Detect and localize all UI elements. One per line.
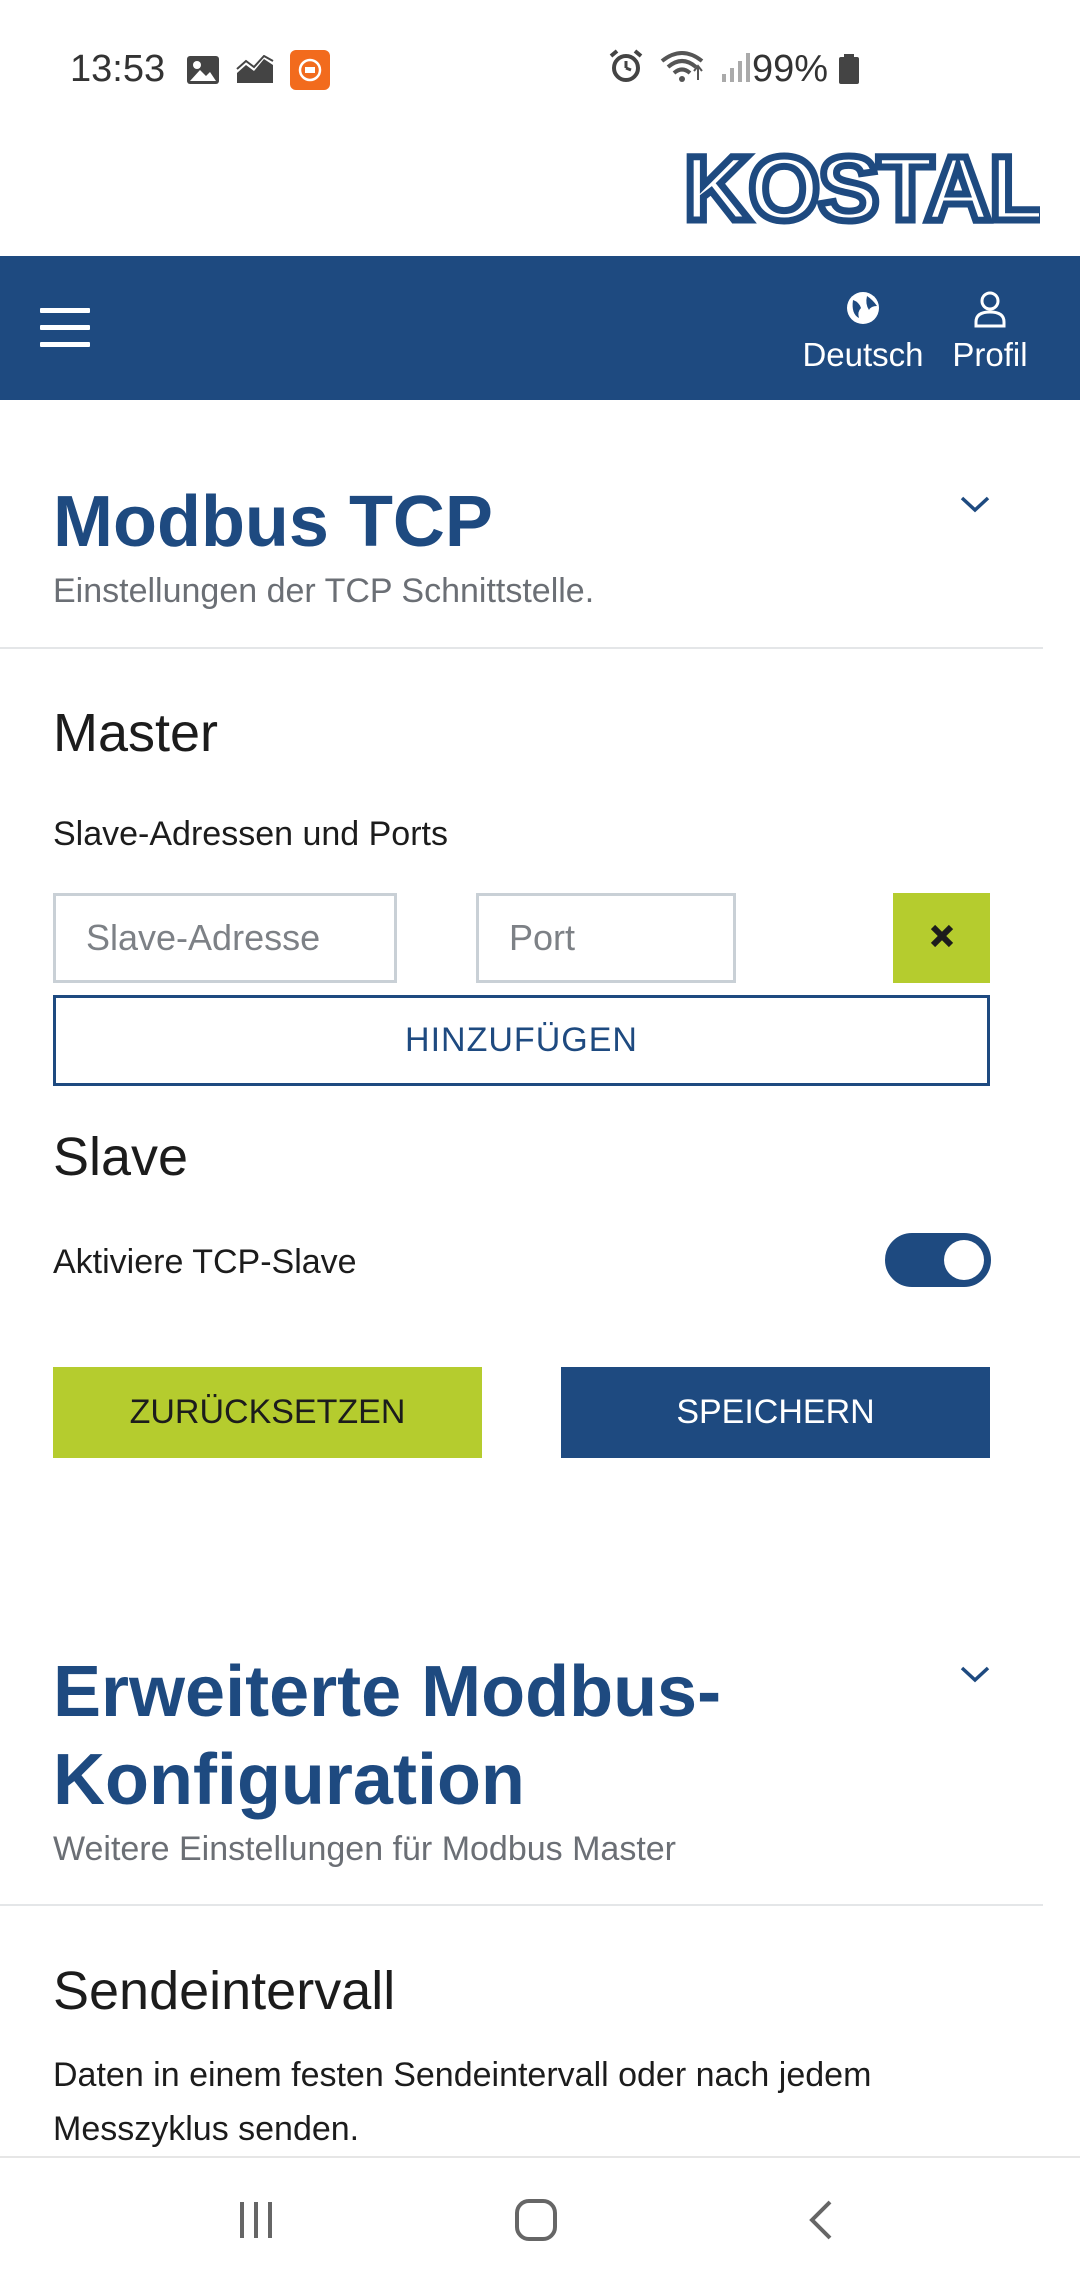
- back-icon[interactable]: [800, 2198, 844, 2247]
- language-label: Deutsch: [802, 336, 924, 373]
- send-interval-description: Daten in einem festen Sendeintervall ode…: [53, 2056, 872, 2148]
- menu-icon[interactable]: [40, 308, 90, 348]
- chart-icon: [236, 54, 274, 90]
- chevron-down-icon[interactable]: [958, 492, 992, 521]
- remove-entry-button[interactable]: [893, 893, 990, 983]
- status-time: 13:53: [70, 48, 166, 90]
- recent-apps-icon[interactable]: [234, 2198, 278, 2247]
- signal-icon: [720, 50, 754, 87]
- home-icon[interactable]: [514, 2198, 558, 2247]
- slave-addresses-label: Slave-Adressen und Ports: [53, 815, 448, 853]
- section-subtitle-extended: Weitere Einstellungen für Modbus Master: [53, 1830, 677, 1868]
- close-icon: [928, 922, 956, 955]
- slave-heading: Slave: [53, 1127, 189, 1187]
- section-title-extended-line1: Erweiterte Modbus-: [53, 1652, 722, 1732]
- language-selector[interactable]: Deutsch: [800, 290, 926, 374]
- top-navbar: Deutsch Profil: [0, 256, 1080, 400]
- alarm-icon: [608, 48, 644, 89]
- reset-button[interactable]: ZURÜCKSETZEN: [53, 1367, 482, 1458]
- gallery-icon: [186, 55, 220, 90]
- master-heading: Master: [53, 703, 219, 763]
- divider: [0, 647, 1043, 649]
- system-nav-bar: [0, 2156, 1080, 2280]
- svg-text:KOSTAL: KOSTAL: [684, 140, 1040, 236]
- globe-icon: [800, 290, 926, 330]
- profile-label: Profil: [952, 336, 1028, 373]
- activate-slave-label: Aktiviere TCP-Slave: [53, 1243, 357, 1281]
- user-icon: [948, 290, 1032, 330]
- status-bar: 13:53 99%: [0, 0, 1080, 140]
- activate-slave-toggle[interactable]: [885, 1233, 991, 1287]
- battery-icon: [838, 54, 860, 89]
- divider: [0, 1904, 1043, 1906]
- section-title-modbus-tcp: Modbus TCP: [53, 482, 493, 562]
- profile-button[interactable]: Profil: [948, 290, 1032, 374]
- add-button[interactable]: HINZUFÜGEN: [53, 995, 990, 1086]
- section-title-extended-line2: Konfiguration: [53, 1740, 525, 1820]
- kostal-logo[interactable]: KOSTAL: [681, 135, 1049, 244]
- battery-percent: 99%: [752, 48, 829, 90]
- save-button[interactable]: SPEICHERN: [561, 1367, 990, 1458]
- wifi-icon: [660, 49, 704, 88]
- slave-address-input[interactable]: [53, 893, 397, 983]
- app-notification-icon: [290, 50, 330, 95]
- section-subtitle-modbus-tcp: Einstellungen der TCP Schnittstelle.: [53, 572, 595, 610]
- port-input[interactable]: [476, 893, 736, 983]
- send-interval-heading: Sendeintervall: [53, 1961, 396, 2021]
- chevron-down-icon[interactable]: [958, 1662, 992, 1691]
